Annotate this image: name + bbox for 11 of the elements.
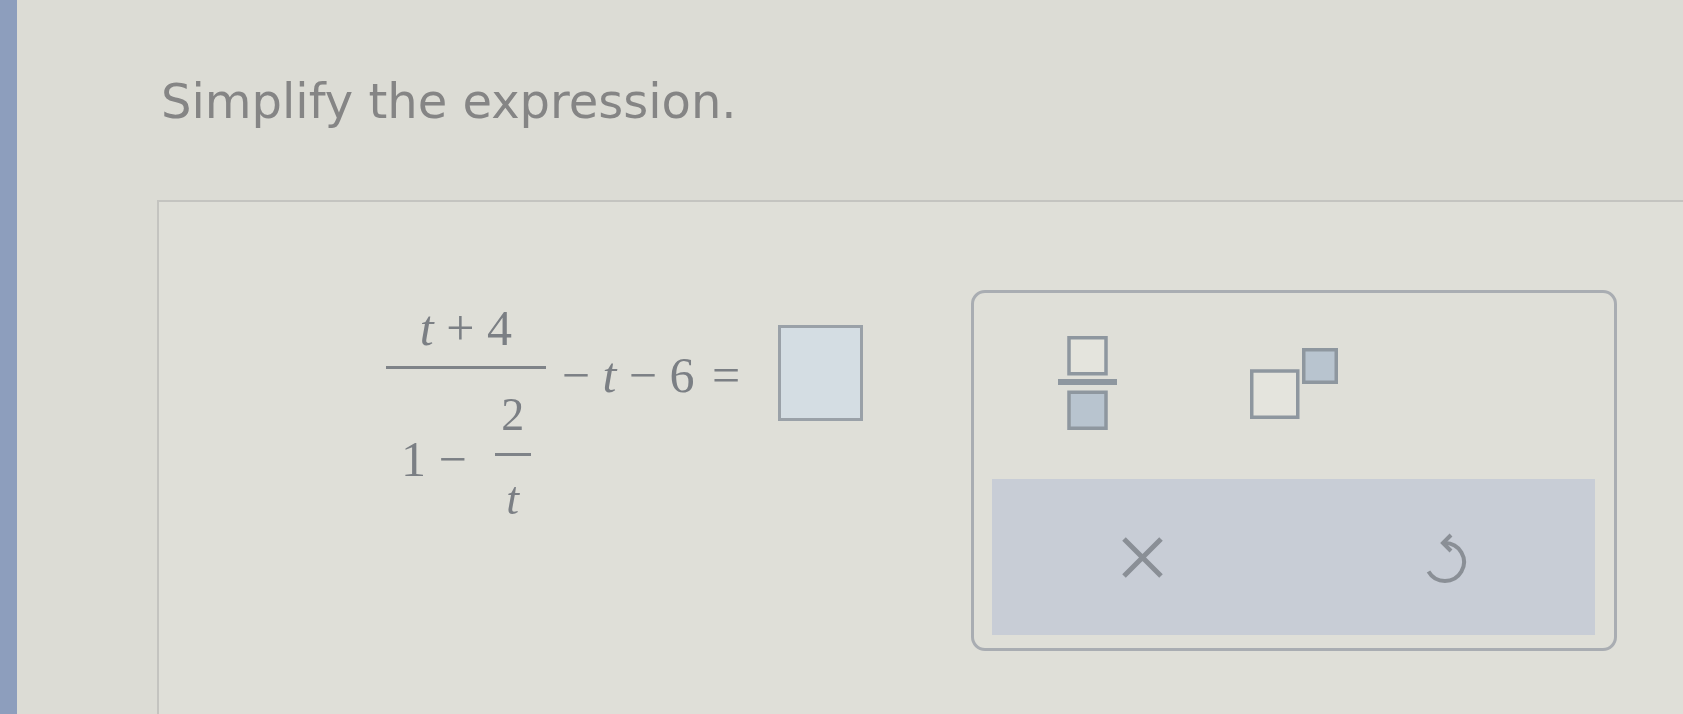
expression-term: −t−6 (561, 350, 707, 400)
x-icon (1121, 535, 1165, 579)
equals-sign: = (712, 350, 741, 400)
superscript-icon (1250, 347, 1338, 419)
answer-box[interactable] (778, 325, 864, 421)
fraction-icon (1057, 336, 1117, 430)
fraction-denominator: t (506, 476, 520, 522)
denominator-term: 1 − (401, 434, 467, 484)
fraction-bar (494, 453, 531, 456)
fraction-numerator: t+4 (418, 303, 525, 353)
fraction-numerator: 2 (501, 392, 525, 438)
